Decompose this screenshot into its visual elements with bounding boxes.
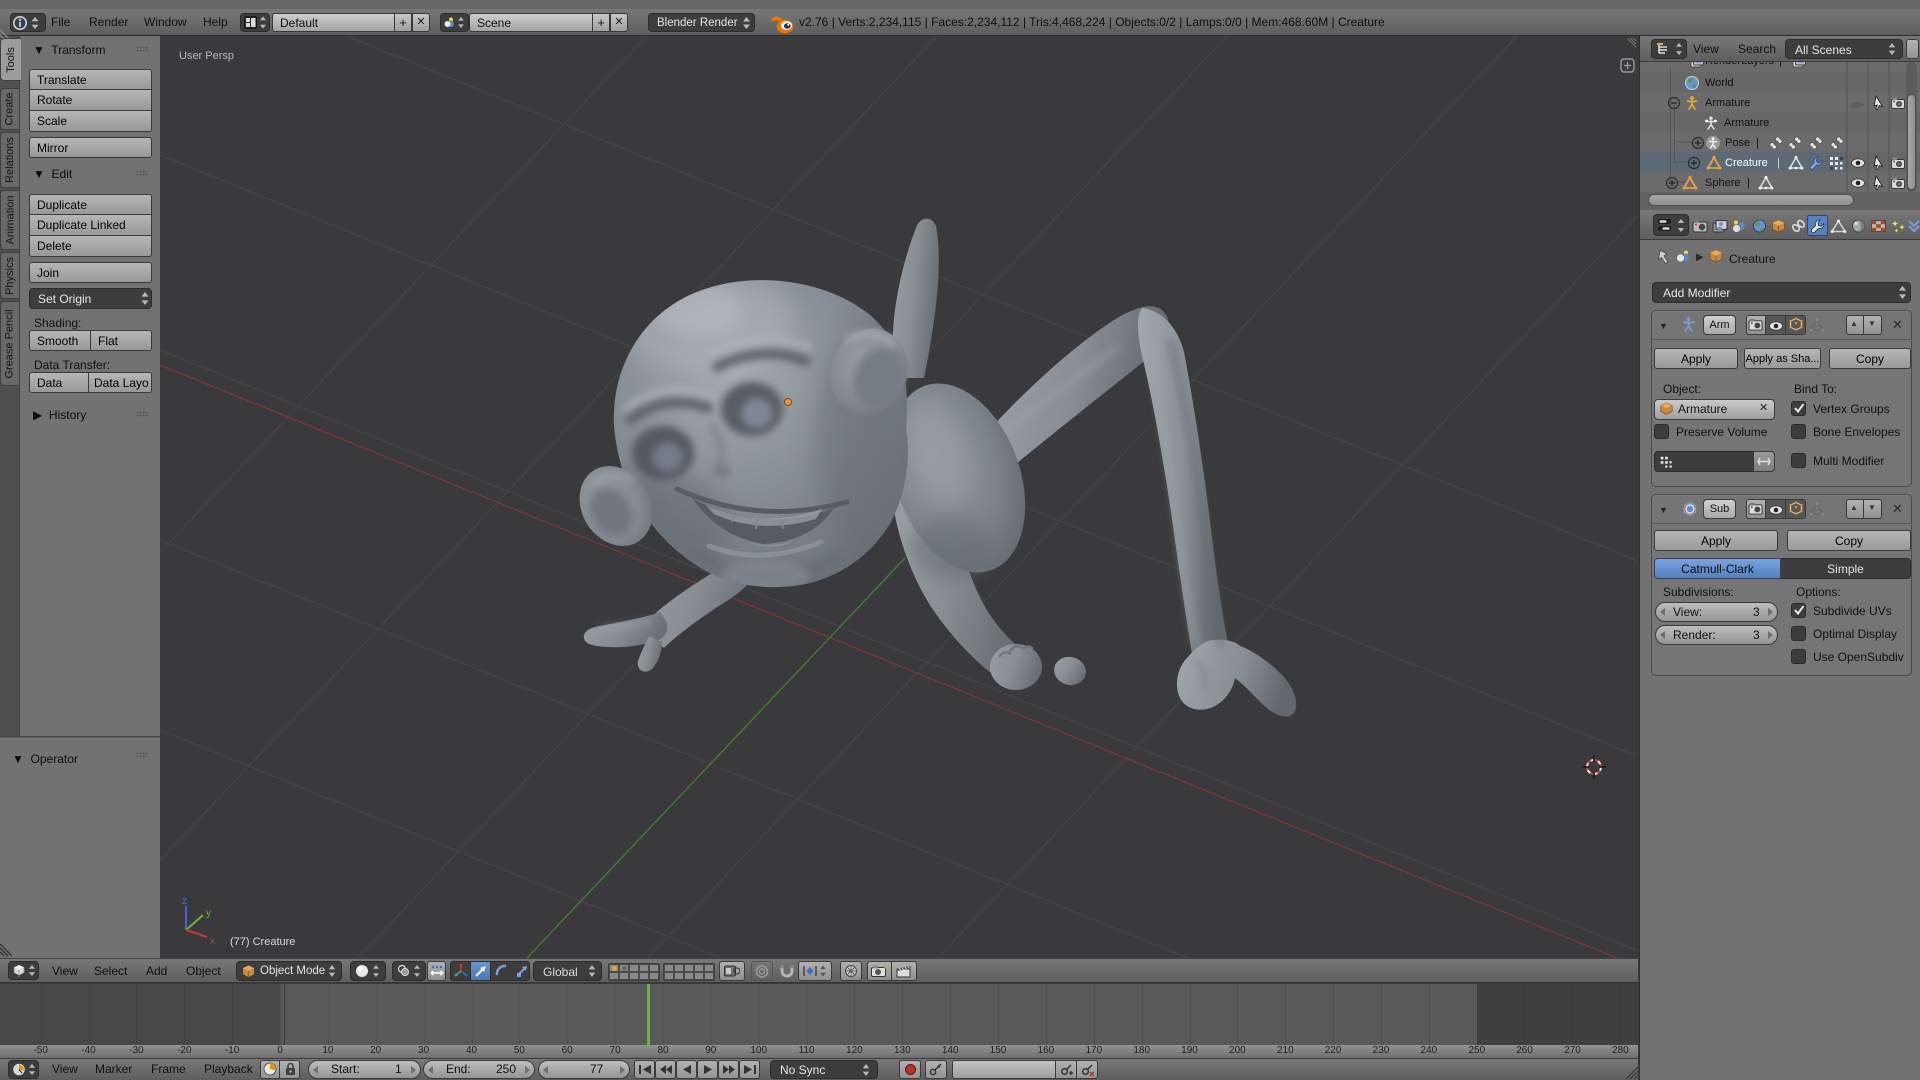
svg-text:(77) Creature: (77) Creature (230, 936, 295, 948)
svg-text:User Persp: User Persp (179, 50, 234, 62)
svg-text:z: z (182, 896, 187, 907)
svg-text:y: y (206, 908, 211, 919)
svg-text:x: x (210, 936, 215, 947)
